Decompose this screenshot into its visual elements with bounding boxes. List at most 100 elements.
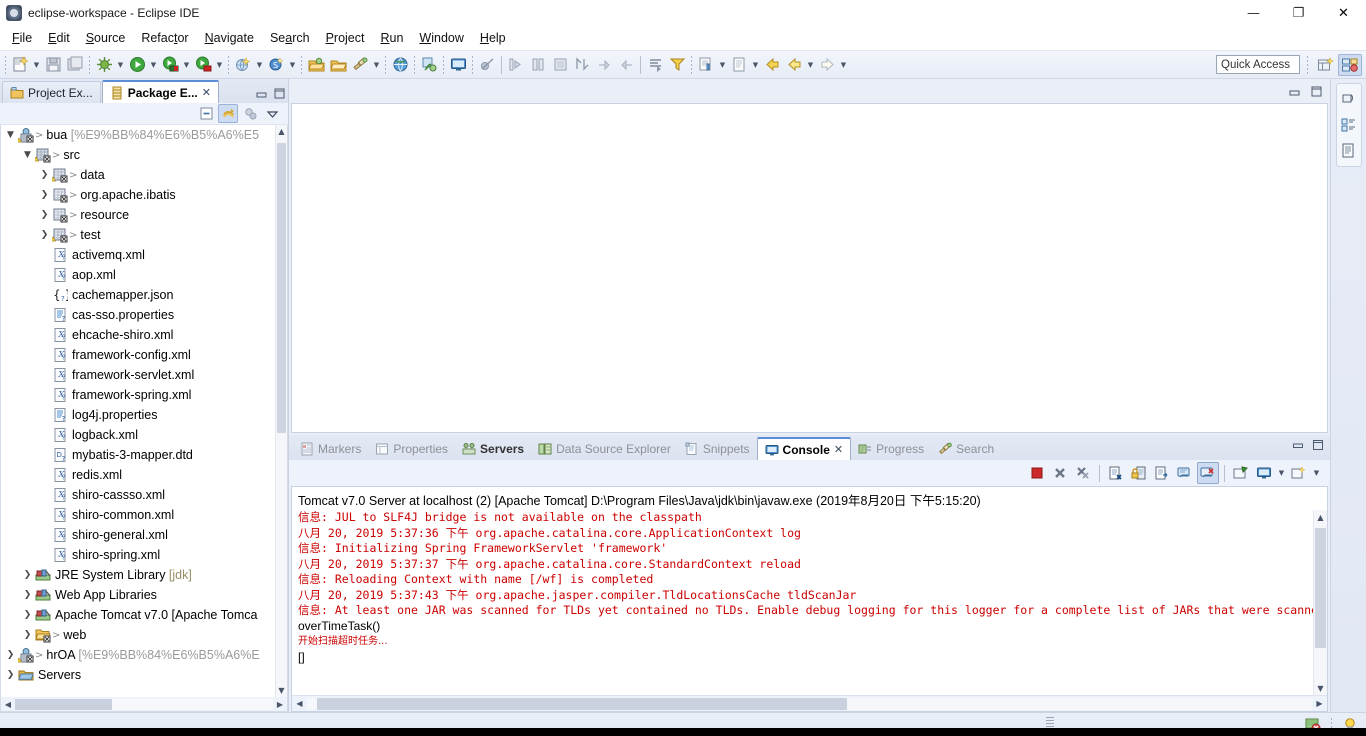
new-class-icon[interactable]: S — [265, 54, 287, 76]
search-references-icon[interactable] — [644, 54, 666, 76]
tree-vertical-scrollbar[interactable]: ▲ ▼ — [275, 125, 287, 697]
tab-data-source-explorer[interactable]: Data Source Explorer — [531, 437, 678, 460]
terminate-icon[interactable] — [549, 54, 571, 76]
package-explorer-tree[interactable]: ▼ > bua [%E9%BB%84%E6%B5%A6%E5 ▼ > src ❯ > data ❯… — [0, 125, 288, 697]
tab-servers[interactable]: Servers — [455, 437, 531, 460]
twisty-collapsed-icon[interactable]: ❯ — [38, 230, 51, 240]
tree-item[interactable]: X? shiro-common.xml — [1, 505, 275, 525]
quick-access-input[interactable]: Quick Access — [1216, 55, 1300, 74]
tab-properties[interactable]: Properties — [368, 437, 455, 460]
run-icon[interactable] — [126, 54, 148, 76]
tree-item[interactable]: ❯ > org.apache.ibatis — [1, 185, 275, 205]
scroll-up-icon[interactable]: ▲ — [276, 125, 287, 138]
back-dropdown-icon[interactable]: ▼ — [805, 54, 816, 76]
tree-item[interactable]: ❯ > hrOA [%E9%BB%84%E6%B5%A6%E — [1, 645, 275, 665]
search-icon[interactable] — [349, 54, 371, 76]
tab-search[interactable]: Search — [931, 437, 1001, 460]
twisty-collapsed-icon[interactable]: ❯ — [21, 570, 34, 580]
open-console-icon[interactable] — [1288, 462, 1310, 484]
step-over-icon[interactable] — [527, 54, 549, 76]
new-console-view-icon[interactable] — [1230, 462, 1252, 484]
menu-refactor[interactable]: Refactor — [133, 28, 196, 48]
save-all-icon[interactable] — [64, 54, 86, 76]
menu-source[interactable]: Source — [78, 28, 134, 48]
minimize-icon[interactable] — [252, 83, 270, 103]
menu-navigate[interactable]: Navigate — [197, 28, 262, 48]
tree-item[interactable]: X? shiro-spring.xml — [1, 545, 275, 565]
new-java-project-icon[interactable] — [232, 54, 254, 76]
clear-console-icon[interactable] — [1105, 462, 1127, 484]
scrollbar-thumb[interactable] — [317, 697, 847, 710]
task-list-icon[interactable] — [1338, 139, 1360, 161]
remove-launch-icon[interactable] — [1049, 462, 1071, 484]
open-type-icon[interactable] — [305, 54, 327, 76]
new-wizard-dropdown-icon[interactable]: ▼ — [31, 54, 42, 76]
external-tools-dropdown-icon[interactable]: ▼ — [181, 54, 192, 76]
menu-window[interactable]: Window — [411, 28, 471, 48]
show-console-on-output-icon[interactable] — [1174, 462, 1196, 484]
open-console-dropdown-icon[interactable]: ▼ — [1311, 462, 1322, 484]
minimize-button[interactable]: — — [1231, 0, 1276, 26]
twisty-expanded-icon[interactable]: ▼ — [4, 130, 17, 140]
toggle-breakpoint-icon[interactable] — [571, 54, 593, 76]
menu-run[interactable]: Run — [372, 28, 411, 48]
scroll-track[interactable] — [15, 698, 273, 710]
tree-item[interactable]: ❯ > data — [1, 165, 275, 185]
scrollbar-thumb[interactable] — [277, 143, 286, 433]
console-horizontal-scrollbar[interactable]: ◀ ▶ — [292, 695, 1327, 711]
twisty-collapsed-icon[interactable]: ❯ — [4, 650, 17, 660]
debug-dropdown-icon[interactable]: ▼ — [115, 54, 126, 76]
menu-help[interactable]: Help — [472, 28, 514, 48]
forward-icon[interactable] — [816, 54, 838, 76]
menu-file[interactable]: FFileile — [4, 28, 40, 48]
back-icon[interactable] — [761, 54, 783, 76]
scroll-up-icon[interactable]: ▲ — [1314, 510, 1327, 524]
tree-item[interactable]: ? cas-sso.properties — [1, 305, 275, 325]
open-web-browser-icon[interactable] — [389, 54, 411, 76]
remove-all-terminated-icon[interactable] — [1072, 462, 1094, 484]
tree-item[interactable]: ❯ JRE System Library [jdk] — [1, 565, 275, 585]
scroll-left-icon[interactable]: ◀ — [1, 700, 15, 709]
tab-console[interactable]: Console ✕ — [756, 437, 852, 460]
new-java-project-dropdown-icon[interactable]: ▼ — [254, 54, 265, 76]
tree-item[interactable]: { }? cachemapper.json — [1, 285, 275, 305]
tree-horizontal-scrollbar[interactable]: ◀ ▶ — [0, 697, 288, 712]
close-icon[interactable]: ✕ — [202, 86, 211, 99]
tab-package-explorer[interactable]: Package E... ✕ — [101, 80, 219, 103]
tree-item[interactable]: X? aop.xml — [1, 265, 275, 285]
open-resource-icon[interactable] — [728, 54, 750, 76]
scroll-left-icon[interactable]: ◀ — [292, 699, 307, 708]
restore-icon[interactable] — [1306, 82, 1326, 100]
menu-edit[interactable]: Edit — [40, 28, 78, 48]
twisty-collapsed-icon[interactable]: ❯ — [38, 170, 51, 180]
tree-item[interactable]: X? activemq.xml — [1, 245, 275, 265]
run-stop-dropdown-icon[interactable]: ▼ — [214, 54, 225, 76]
tree-item[interactable]: ❯ Apache Tomcat v7.0 [Apache Tomca — [1, 605, 275, 625]
word-wrap-icon[interactable] — [1151, 462, 1173, 484]
scroll-lock-icon[interactable] — [1128, 462, 1150, 484]
minimize-icon[interactable] — [1290, 437, 1306, 453]
search-dropdown-icon[interactable]: ▼ — [371, 54, 382, 76]
empty-editor-surface[interactable] — [291, 103, 1328, 433]
tree-item[interactable]: ▼ > bua [%E9%BB%84%E6%B5%A6%E5 — [1, 125, 275, 145]
scrollbar-thumb[interactable] — [15, 698, 112, 710]
scrollbar-thumb[interactable] — [1315, 528, 1326, 648]
twisty-collapsed-icon[interactable]: ❯ — [21, 590, 34, 600]
forward-history-icon[interactable] — [783, 54, 805, 76]
new-perspective-icon[interactable] — [1314, 54, 1338, 76]
tree-item[interactable]: X? logback.xml — [1, 425, 275, 445]
run-stop-icon[interactable] — [192, 54, 214, 76]
tab-project-explorer[interactable]: Project Ex... — [2, 81, 101, 103]
forward-dropdown-icon[interactable]: ▼ — [838, 54, 849, 76]
tab-progress[interactable]: Progress — [851, 437, 931, 460]
twisty-expanded-icon[interactable]: ▼ — [21, 150, 34, 160]
tree-item[interactable]: X? ehcache-shiro.xml — [1, 325, 275, 345]
tree-item[interactable]: ▼ > src — [1, 145, 275, 165]
tree-item[interactable]: ❯ > web — [1, 625, 275, 645]
maximize-button[interactable]: ❐ — [1276, 0, 1321, 26]
twisty-collapsed-icon[interactable]: ❯ — [38, 210, 51, 220]
tree-item[interactable]: D? mybatis-3-mapper.dtd — [1, 445, 275, 465]
tree-item[interactable]: X? framework-servlet.xml — [1, 365, 275, 385]
java-ee-perspective-icon[interactable] — [1338, 54, 1362, 76]
new-class-dropdown-icon[interactable]: ▼ — [287, 54, 298, 76]
